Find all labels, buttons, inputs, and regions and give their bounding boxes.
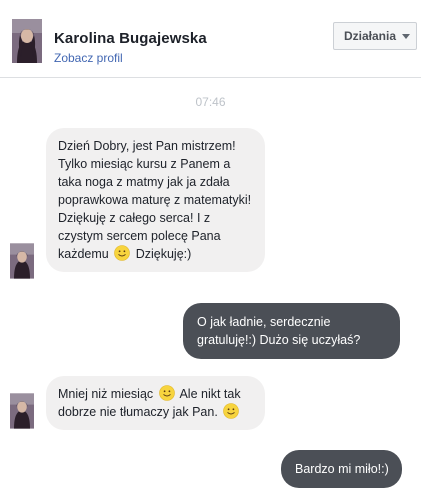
message-line: O jak ładnie, serdecznie: [197, 315, 331, 329]
slightly-smiling-face-icon: [158, 385, 175, 401]
outgoing-message-bubble[interactable]: Bardzo mi miło!:): [281, 450, 402, 488]
message-line: Mniej niż miesiąc Ale nikt tak: [58, 385, 252, 403]
incoming-message-bubble[interactable]: Dzień Dobry, jest Pan mistrzem! Tylko mi…: [46, 128, 265, 272]
message-line: dobrze nie tłumaczy jak Pan.: [58, 403, 252, 421]
chevron-down-icon: [402, 33, 411, 39]
message-text: Mniej niż miesiąc: [58, 387, 154, 401]
message-line: każdemu Dziękuję:): [58, 245, 252, 263]
message-line: Bardzo mi miło!:): [295, 462, 389, 476]
message-line: Tylko miesiąc kursu z Panem a: [58, 157, 231, 171]
message-text: dobrze nie tłumaczy jak Pan.: [58, 405, 218, 419]
outgoing-message-bubble[interactable]: O jak ładnie, serdecznie gratuluję!:) Du…: [183, 303, 400, 359]
message-line: Dziękuję z całego serca! I z: [58, 211, 211, 225]
avatar[interactable]: [10, 243, 34, 279]
view-profile-link[interactable]: Zobacz profil: [54, 51, 123, 65]
message-line: poprawkowa maturę z matematyki!: [58, 193, 252, 207]
message-text: każdemu: [58, 247, 109, 261]
slightly-smiling-face-icon: [223, 403, 240, 419]
message-line: czystym sercem polecę Pana: [58, 229, 221, 243]
contact-name[interactable]: Karolina Bugajewska: [54, 30, 207, 47]
message-line: taka noga z matmy jak ja zdała: [58, 175, 230, 189]
message-text: Ale nikt tak: [179, 387, 241, 401]
avatar[interactable]: [12, 19, 42, 63]
message-text: Dziękuję:): [135, 247, 192, 261]
actions-dropdown-button[interactable]: Działania: [333, 22, 417, 50]
incoming-message-bubble[interactable]: Mniej niż miesiąc Ale nikt tak dobrze ni…: [46, 376, 265, 430]
message-line: Dzień Dobry, jest Pan mistrzem!: [58, 139, 236, 153]
actions-label: Działania: [344, 29, 397, 43]
message-timestamp: 07:46: [195, 95, 226, 109]
message-line: gratuluję!:) Dużo się uczyłaś?: [197, 333, 361, 347]
avatar[interactable]: [10, 393, 34, 429]
slightly-smiling-face-icon: [114, 245, 131, 261]
conversation-header: Karolina Bugajewska Zobacz profil Działa…: [0, 0, 421, 78]
